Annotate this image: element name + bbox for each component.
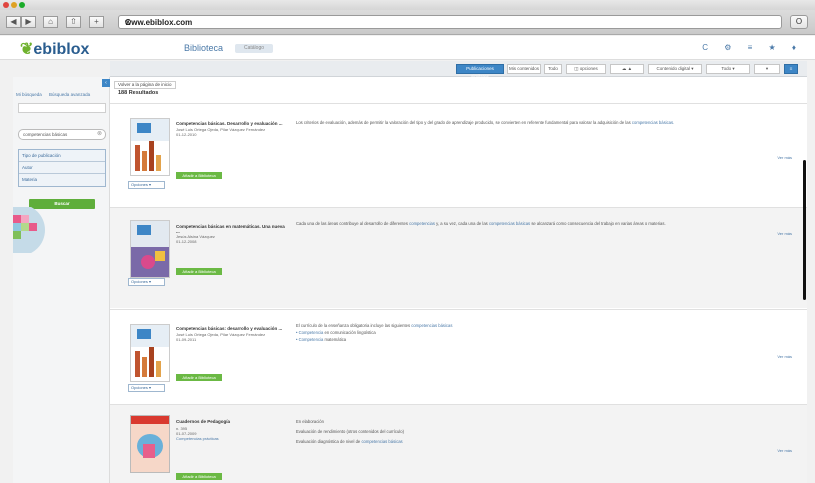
result-meta: n. 395 01-07-2009 Competencias prácticas	[176, 426, 286, 441]
sidebar: Mi búsqueda Búsqueda avanzada competenci…	[13, 77, 110, 483]
reload-icon[interactable]: C	[125, 18, 773, 27]
description-text: se alcanzará como consecuencia del traba…	[531, 221, 666, 226]
new-tab-button[interactable]: +	[89, 16, 104, 28]
browser-menu-button[interactable]: O	[790, 15, 808, 29]
home-button[interactable]: ⌂	[43, 16, 58, 28]
search-input[interactable]: competencias básicas ⊗	[18, 129, 106, 140]
description-text: En elaboración	[296, 419, 324, 424]
result-description: En elaboración Evaluación de rendimiento…	[296, 417, 756, 447]
options-dropdown[interactable]: Opciones ▾	[128, 278, 165, 286]
results-toolbar: Publicaciones similares Mis contenidos T…	[110, 61, 807, 79]
site-header: ❦ebiblox Biblioteca Catálogo C ⚙ ≡ ★ ♦	[0, 36, 815, 60]
book-cover[interactable]	[130, 415, 170, 473]
scope-select[interactable]: Todo ▾	[706, 64, 750, 74]
content-type-select[interactable]: Contenido digital ▾	[648, 64, 702, 74]
description-text: en comunicación lingüística	[324, 330, 376, 335]
result-item: Competencias básicas: desarrollo y evalu…	[110, 309, 807, 403]
advanced-search-link[interactable]: Búsqueda avanzada	[49, 92, 90, 97]
window-titlebar	[0, 0, 815, 10]
description-text: El currículo de la enseñanza obligatoria…	[296, 323, 411, 328]
result-title[interactable]: Competencias básicas. Desarrollo y evalu…	[176, 121, 286, 126]
result-date: 01-12-2008	[176, 239, 197, 244]
my-search-link[interactable]: Mi búsqueda	[16, 92, 42, 97]
description-link[interactable]: competencias básicas	[411, 323, 452, 328]
description-text: y, a su vez, cada una de las	[436, 221, 488, 226]
result-date: 01-12-2010	[176, 132, 197, 137]
result-item: Competencias básicas. Desarrollo y evalu…	[110, 103, 807, 206]
add-to-library-button[interactable]: Añadir a Biblioteca	[176, 172, 222, 179]
decorative-graphic	[13, 207, 45, 253]
book-cover[interactable]	[130, 220, 170, 278]
result-meta: José Luis Ortega Ojeda, Pilar Vázquez Fe…	[176, 127, 286, 137]
address-bar[interactable]: www.ebiblox.com C	[118, 15, 782, 29]
back-to-home-link[interactable]: Volver a la página de inicio	[114, 81, 176, 89]
description-text: Cada una de las áreas contribuye al desa…	[296, 221, 408, 226]
description-link[interactable]: competencias básicas	[489, 221, 530, 226]
result-title[interactable]: Competencias básicas en matemáticas. Una…	[176, 224, 286, 234]
book-cover[interactable]	[130, 118, 170, 176]
book-cover[interactable]	[130, 324, 170, 382]
my-contents-button[interactable]: Mis contenidos	[507, 64, 541, 74]
options-dropdown[interactable]: Opciones ▾	[128, 384, 165, 392]
result-item: Competencias básicas en matemáticas. Una…	[110, 207, 807, 308]
zoom-window-button[interactable]	[19, 2, 25, 8]
filter-subject[interactable]: Materia	[19, 174, 105, 186]
result-title[interactable]: Competencias básicas: desarrollo y evalu…	[176, 326, 286, 331]
result-item: Cuadernos de Pedagogía n. 395 01-07-2009…	[110, 404, 807, 483]
description-text: Evaluación de rendimiento (otros conteni…	[296, 429, 405, 434]
browser-toolbar: ◀ ▶ ⌂ ⇧ + www.ebiblox.com C O	[0, 10, 815, 35]
view-toggle-button[interactable]: ≡	[784, 64, 798, 74]
result-description: El currículo de la enseñanza obligatoria…	[296, 322, 756, 343]
filter-list: Tipo de publicación Autor Materia	[18, 149, 106, 187]
close-window-button[interactable]	[3, 2, 9, 8]
description-link[interactable]: competencias básicas.	[632, 120, 674, 125]
description-link[interactable]: competencias básicas	[361, 439, 402, 444]
section-pill[interactable]: Catálogo	[235, 44, 273, 53]
see-more-link[interactable]: Ver más	[777, 354, 792, 359]
minimize-window-button[interactable]	[11, 2, 17, 8]
share-button[interactable]: ⇧	[66, 16, 81, 28]
description-link[interactable]: • Competencia	[296, 337, 323, 342]
add-to-library-button[interactable]: Añadir a Biblioteca	[176, 268, 222, 275]
cloud-button[interactable]: ☁ ▲	[610, 64, 644, 74]
add-to-library-button[interactable]: Añadir a Biblioteca	[176, 473, 222, 480]
search-value: competencias básicas	[23, 132, 68, 137]
description-text: Los criterios de evaluación, además de p…	[296, 120, 631, 125]
result-description: Los criterios de evaluación, además de p…	[296, 119, 756, 126]
section-title[interactable]: Biblioteca	[184, 43, 223, 53]
result-meta: Jesús Alsina Vázquez 01-12-2008	[176, 234, 286, 244]
sidebar-links: Mi búsqueda Búsqueda avanzada	[16, 92, 96, 97]
header-icons[interactable]: C ⚙ ≡ ★ ♦	[702, 43, 803, 52]
result-meta: José Luis Ortega Ojeda, Pilar Vázquez Fe…	[176, 332, 286, 342]
result-topic-link[interactable]: Competencias prácticas	[176, 436, 286, 441]
filter-author[interactable]: Autor	[19, 162, 105, 174]
result-title[interactable]: Cuadernos de Pedagogía	[176, 419, 286, 424]
options-button[interactable]: ◫ opciones	[566, 64, 606, 74]
filter-publication-type[interactable]: Tipo de publicación	[19, 150, 105, 162]
all-button[interactable]: Todo	[544, 64, 562, 74]
clear-search-icon[interactable]: ⊗	[97, 130, 102, 139]
results-panel: Volver a la página de inicio 188 Resulta…	[110, 77, 807, 483]
description-text: matemática	[324, 337, 347, 342]
result-description: Cada una de las áreas contribuye al desa…	[296, 220, 756, 227]
ebiblox-logo[interactable]: ❦ebiblox	[20, 39, 89, 59]
description-link[interactable]: • Competencia	[296, 330, 323, 335]
see-more-link[interactable]: Ver más	[777, 231, 792, 236]
sort-select[interactable]: ▾	[754, 64, 780, 74]
similar-publications-button[interactable]: Publicaciones similares	[456, 64, 504, 79]
options-dropdown[interactable]: Opciones ▾	[128, 181, 165, 189]
see-more-link[interactable]: Ver más	[777, 448, 792, 453]
description-text: Evaluación diagnóstica de nivel de	[296, 439, 361, 444]
back-button[interactable]: ◀	[6, 16, 21, 28]
sidebar-text-input[interactable]	[18, 103, 106, 113]
result-date: 01-09-2011	[176, 337, 197, 342]
results-scrollbar[interactable]	[803, 160, 806, 300]
collapse-sidebar-button[interactable]: ‹	[102, 79, 110, 87]
add-to-library-button[interactable]: Añadir a Biblioteca	[176, 374, 222, 381]
see-more-link[interactable]: Ver más	[777, 155, 792, 160]
results-count: 188 Resultados	[118, 90, 159, 96]
forward-button[interactable]: ▶	[21, 16, 36, 28]
description-link[interactable]: competencias	[409, 221, 435, 226]
